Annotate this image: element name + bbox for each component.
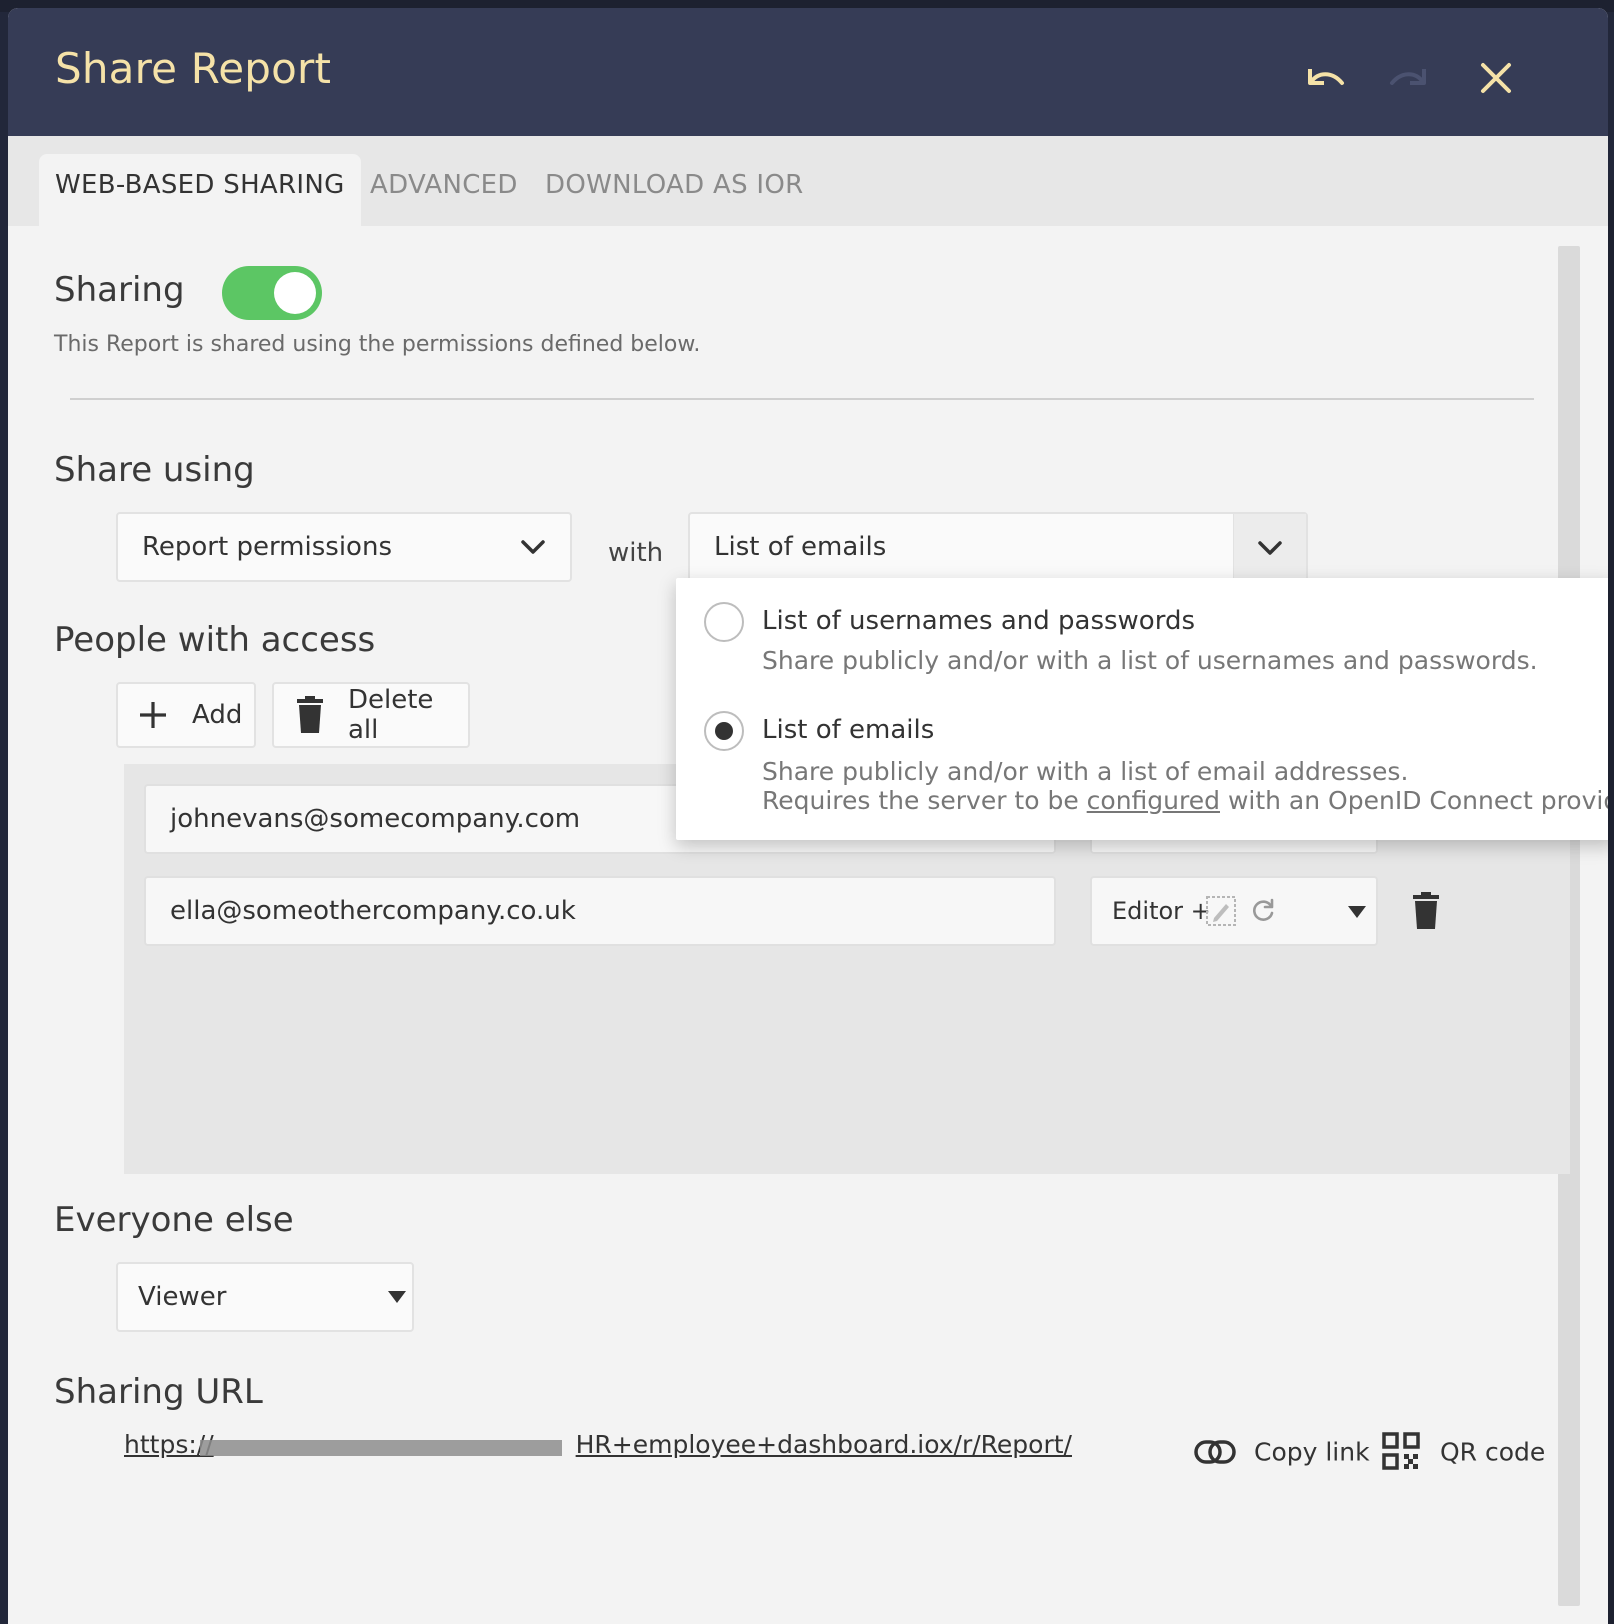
email-value: ella@someothercompany.co.uk <box>170 896 576 926</box>
option-list-of-emails[interactable]: List of emails Share publicly and/or wit… <box>676 690 1608 840</box>
option-usernames-passwords[interactable]: List of usernames and passwords Share pu… <box>676 578 1608 690</box>
qr-code-label: QR code <box>1440 1437 1546 1467</box>
undo-button[interactable] <box>1296 50 1352 106</box>
dialog-header: Share Report <box>8 8 1608 136</box>
option-description: Share publicly and/or with a list of use… <box>762 646 1538 675</box>
tab-bar: WEB-BASED SHARING ADVANCED DOWNLOAD AS I… <box>8 136 1608 226</box>
redo-button[interactable] <box>1382 50 1438 106</box>
share-method-select-value: List of emails <box>714 532 887 562</box>
url-suffix: HR+employee+dashboard.iox/r/Report/ <box>575 1430 1072 1459</box>
option-description: Share publicly and/or with a list of ema… <box>762 757 1409 786</box>
note-prefix: Requires the server to be <box>762 786 1087 815</box>
option-title: List of usernames and passwords <box>762 606 1195 636</box>
undo-icon <box>1308 69 1344 85</box>
sharing-url-heading: Sharing URL <box>54 1372 263 1412</box>
copy-link-button[interactable]: Copy link <box>1194 1430 1370 1474</box>
everyone-else-heading: Everyone else <box>54 1200 294 1240</box>
close-icon <box>1481 63 1511 93</box>
trash-icon <box>297 696 323 733</box>
share-using-heading: Share using <box>54 450 255 490</box>
add-label: Add <box>192 700 243 730</box>
copy-link-label: Copy link <box>1254 1437 1370 1467</box>
chevron-down-icon <box>521 540 545 554</box>
add-person-button[interactable]: Add <box>116 682 256 748</box>
share-method-chevron-box[interactable] <box>1233 514 1306 580</box>
tab-advanced[interactable]: ADVANCED <box>354 154 534 226</box>
refresh-icon <box>1253 898 1274 921</box>
toggle-knob <box>274 272 316 314</box>
with-label: with <box>608 538 664 568</box>
permission-select-value: Report permissions <box>142 532 392 562</box>
share-report-dialog: Share Report WEB-BASED SHARING ADVANCED … <box>8 8 1608 1624</box>
chevron-down-icon <box>1258 541 1282 555</box>
delete-all-button[interactable]: Delete all <box>272 682 470 748</box>
qr-code-button[interactable]: QR code <box>1382 1430 1552 1474</box>
close-button[interactable] <box>1468 50 1524 106</box>
note-suffix: with an OpenID Connect provid <box>1220 786 1608 815</box>
everyone-else-role-value: Viewer <box>138 1282 227 1312</box>
everyone-else-role-select[interactable]: Viewer <box>116 1262 414 1332</box>
share-method-select[interactable]: List of emails <box>688 512 1308 582</box>
delete-all-label: Delete all <box>348 685 434 745</box>
option-requirement-note: Requires the server to be configured wit… <box>762 786 1608 816</box>
role-value: Editor + <box>1112 897 1211 925</box>
caret-down-icon <box>388 1291 406 1303</box>
configured-link[interactable]: configured <box>1087 786 1220 815</box>
option-title: List of emails <box>762 715 935 745</box>
tab-content: Sharing This Report is shared using the … <box>8 226 1608 1624</box>
qr-code-icon <box>1382 1432 1420 1470</box>
redo-icon <box>1390 69 1426 85</box>
caret-down-icon <box>1348 906 1366 918</box>
edit-dashboard-icon <box>1206 896 1236 926</box>
section-divider <box>70 398 1534 400</box>
tab-web-based-sharing[interactable]: WEB-BASED SHARING <box>39 154 361 226</box>
radio-dot <box>715 722 733 740</box>
email-value: johnevans@somecompany.com <box>170 804 581 834</box>
share-method-dropdown-menu: List of usernames and passwords Share pu… <box>676 578 1608 840</box>
email-field[interactable]: ella@someothercompany.co.uk <box>144 876 1056 946</box>
tab-download-as-ior[interactable]: DOWNLOAD AS IOR <box>529 154 820 226</box>
permission-select[interactable]: Report permissions <box>116 512 572 582</box>
redaction-bar <box>200 1440 562 1456</box>
sharing-url-link[interactable]: https://HR+employee+dashboard.iox/r/Repo… <box>124 1430 1072 1459</box>
delete-person-trash-icon[interactable] <box>1412 892 1440 930</box>
plus-icon <box>140 702 166 728</box>
link-icon <box>1194 1440 1236 1464</box>
role-select[interactable]: Editor + <box>1090 876 1378 946</box>
sharing-description: This Report is shared using the permissi… <box>54 332 701 357</box>
radio-button[interactable] <box>704 602 744 642</box>
dialog-title: Share Report <box>55 44 332 93</box>
sharing-toggle[interactable] <box>222 266 322 320</box>
sharing-heading: Sharing <box>54 270 185 310</box>
people-with-access-heading: People with access <box>54 620 376 660</box>
radio-button-selected[interactable] <box>704 711 744 751</box>
